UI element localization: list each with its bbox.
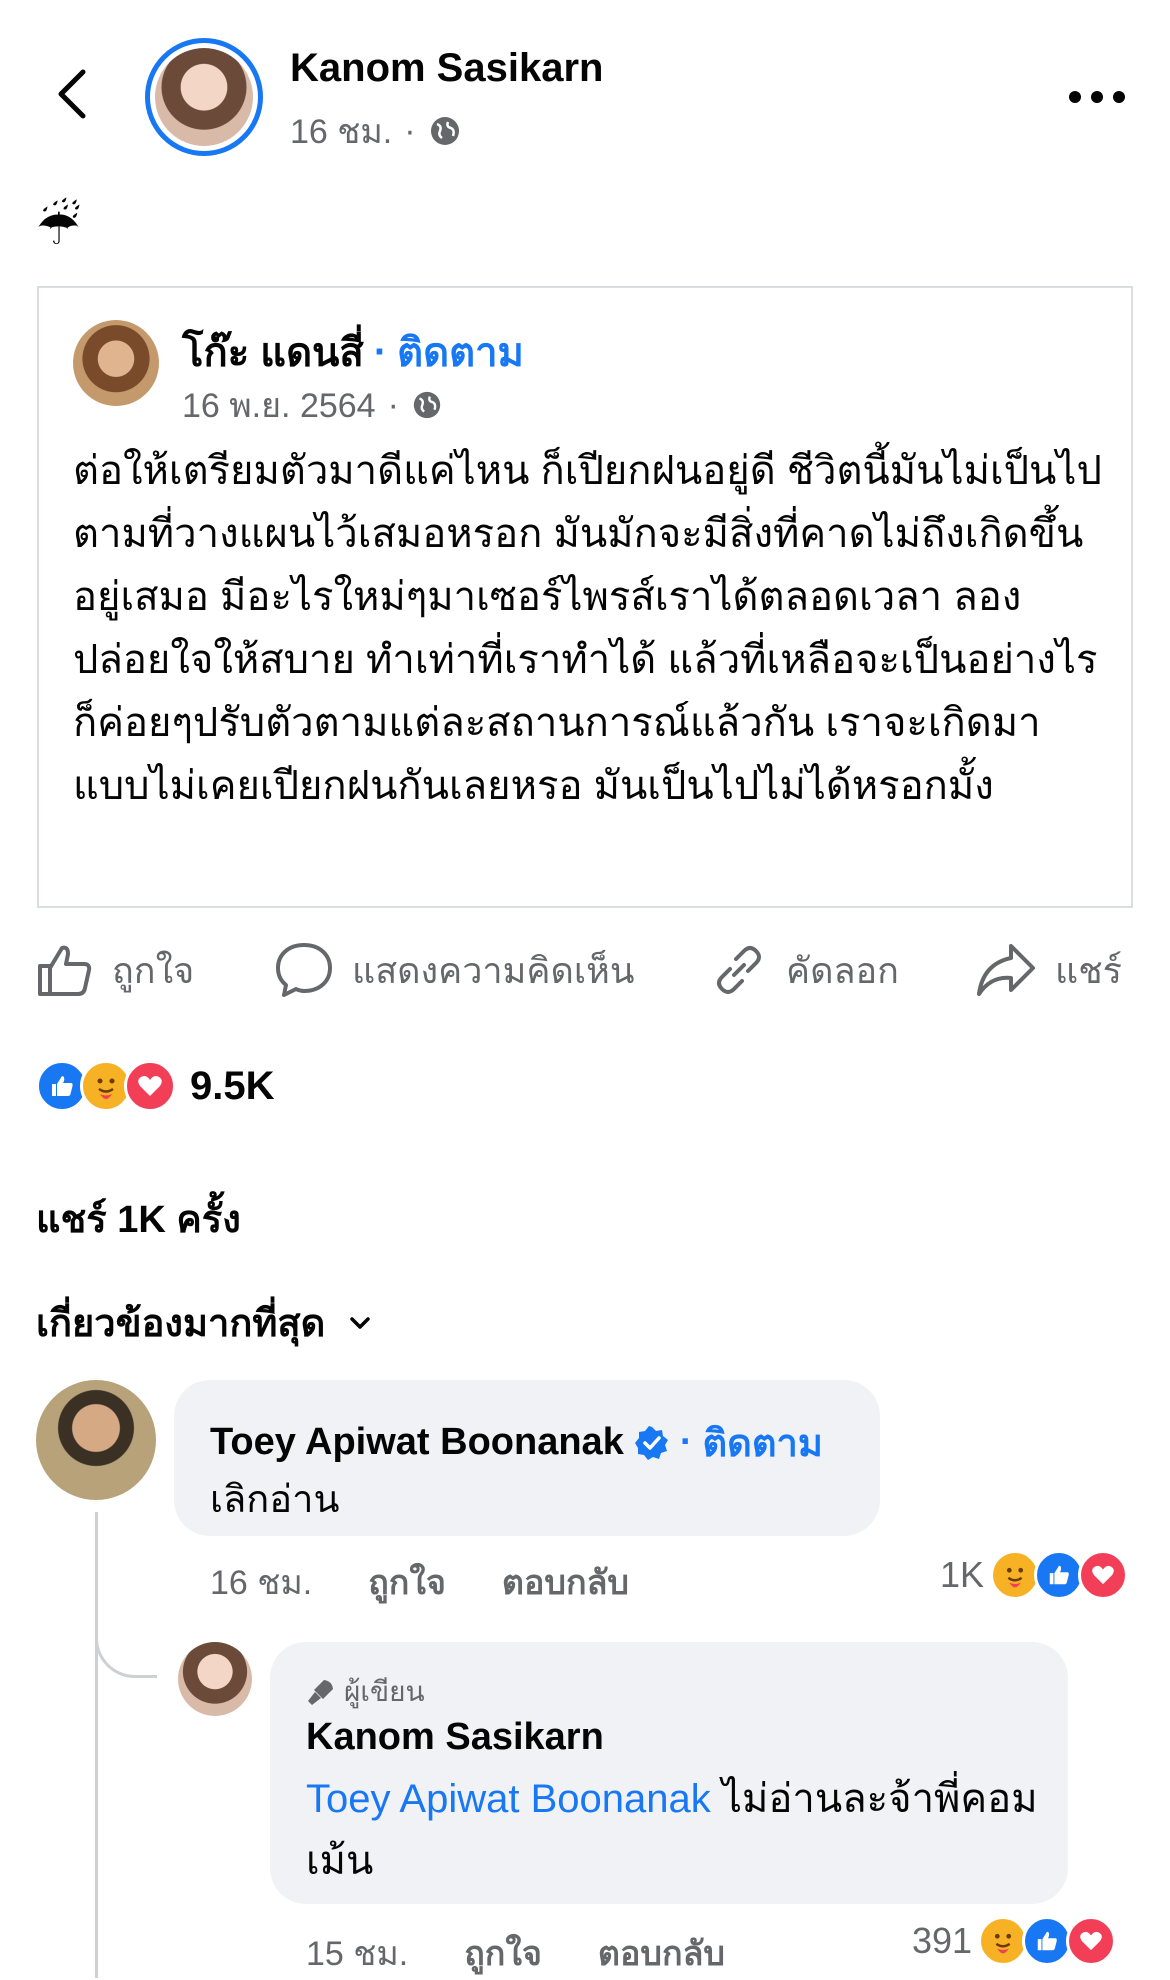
copy-link-button[interactable]: คัดลอก — [710, 930, 899, 1010]
shared-separator: · — [387, 385, 399, 424]
comment-bubble-icon — [276, 943, 332, 997]
shared-author-avatar[interactable] — [73, 320, 159, 406]
reply-like-button[interactable]: ถูกใจ — [464, 1926, 542, 1980]
globe-icon — [413, 391, 441, 419]
author-avatar-image — [155, 48, 253, 146]
chevron-down-icon — [350, 1316, 371, 1329]
comment-sort-dropdown[interactable]: เกี่ยวข้องมากที่สุด — [36, 1292, 371, 1353]
shared-author-name[interactable]: โก๊ะ แดนสี่ — [182, 320, 364, 384]
author-avatar[interactable] — [145, 38, 263, 156]
reply-reactions[interactable]: 391 — [912, 1916, 1117, 1966]
globe-icon — [430, 117, 459, 145]
comment-reply-button[interactable]: ตอบกลับ — [502, 1555, 629, 1609]
love-reaction-icon — [1066, 1916, 1117, 1966]
verified-badge-icon — [634, 1425, 668, 1460]
comment-dot: · — [679, 1421, 693, 1463]
chevron-left-icon — [58, 69, 86, 119]
author-badge-label: ผู้เขียน — [344, 1676, 425, 1707]
comment-time[interactable]: 16 ชม. — [210, 1555, 312, 1609]
post-author-name[interactable]: Kanom Sasikarn — [290, 46, 603, 91]
post-time[interactable]: 16 ชม. — [290, 104, 392, 158]
share-button[interactable]: แชร์ — [975, 930, 1122, 1010]
more-dots-icon — [1069, 91, 1125, 103]
comment-meta: 16 ชม. ถูกใจ ตอบกลับ — [210, 1555, 629, 1609]
like-button[interactable]: ถูกใจ — [36, 930, 194, 1010]
comment-follow-link[interactable]: ติดตาม — [702, 1412, 822, 1473]
meta-separator: · — [404, 111, 416, 150]
reactions-summary[interactable]: 9.5K — [36, 1060, 275, 1112]
link-icon — [717, 946, 761, 994]
microphone-icon — [308, 1680, 333, 1705]
back-button[interactable] — [42, 64, 102, 124]
comment-text: เลิกอ่าน — [210, 1479, 340, 1521]
author-badge: ผู้เขียน — [306, 1670, 425, 1714]
reaction-count: 9.5K — [190, 1063, 275, 1108]
care-reaction-icon — [978, 1916, 1029, 1966]
reply-time[interactable]: 15 ชม. — [306, 1926, 408, 1980]
share-arrow-icon — [977, 944, 1035, 996]
copy-label: คัดลอก — [786, 949, 899, 991]
post-meta: 16 ชม. · — [290, 104, 462, 158]
shared-dot: · — [373, 329, 388, 374]
reply-meta: 15 ชม. ถูกใจ ตอบกลับ — [306, 1926, 725, 1980]
umbrella-rain-emoji: ☔ — [36, 199, 81, 255]
thread-line — [95, 1512, 98, 1978]
share-count[interactable]: แชร์ 1K ครั้ง — [36, 1188, 241, 1249]
comment-author-name[interactable]: Toey Apiwat Boonanak — [210, 1421, 624, 1464]
shared-author-row: โก๊ะ แดนสี่ · ติดตาม — [182, 320, 524, 384]
love-reaction-icon — [1078, 1550, 1129, 1600]
comment-like-button[interactable]: ถูกใจ — [368, 1555, 446, 1609]
reply-reaction-count: 391 — [912, 1920, 973, 1961]
share-label: แชร์ — [1055, 949, 1122, 991]
reply-author-avatar[interactable] — [178, 1642, 252, 1716]
reply-author-name[interactable]: Kanom Sasikarn — [306, 1716, 604, 1759]
love-reaction-icon — [124, 1060, 176, 1112]
comment-reactions[interactable]: 1K — [940, 1550, 1129, 1600]
reply-reply-button[interactable]: ตอบกลับ — [598, 1926, 725, 1980]
comment-label: แสดงความคิดเห็น — [352, 949, 635, 991]
comment-reaction-count: 1K — [940, 1554, 985, 1595]
thumbs-up-icon — [38, 945, 92, 996]
post-action-bar: ถูกใจ แสดงความคิดเห็น คัดลอก แชร์ — [0, 930, 1170, 1010]
like-reaction-icon — [1034, 1550, 1085, 1600]
shared-meta: 16 พ.ย. 2564 · — [182, 378, 443, 432]
mention-link[interactable]: Toey Apiwat Boonanak — [306, 1777, 711, 1821]
comment-button[interactable]: แสดงความคิดเห็น — [274, 930, 634, 1010]
like-reaction-icon — [1022, 1916, 1073, 1966]
sort-label: เกี่ยวข้องมากที่สุด — [36, 1303, 326, 1345]
comment-author-row: Toey Apiwat Boonanak · ติดตาม — [210, 1412, 823, 1473]
shared-post-text: ต่อให้เตรียมตัวมาดีแค่ไหน ก็เปียกฝนอยู่ด… — [73, 449, 1102, 808]
shared-date[interactable]: 16 พ.ย. 2564 — [182, 378, 376, 432]
more-options-button[interactable] — [1062, 72, 1132, 122]
care-reaction-icon — [990, 1550, 1041, 1600]
reply-text: Toey Apiwat Boonanak ไม่อ่านละจ้าพี่คอมเ… — [306, 1768, 1046, 1892]
like-label: ถูกใจ — [112, 949, 195, 991]
thread-connector — [95, 1620, 157, 1678]
commenter-avatar[interactable] — [36, 1380, 156, 1500]
follow-link[interactable]: ติดตาม — [397, 320, 524, 384]
